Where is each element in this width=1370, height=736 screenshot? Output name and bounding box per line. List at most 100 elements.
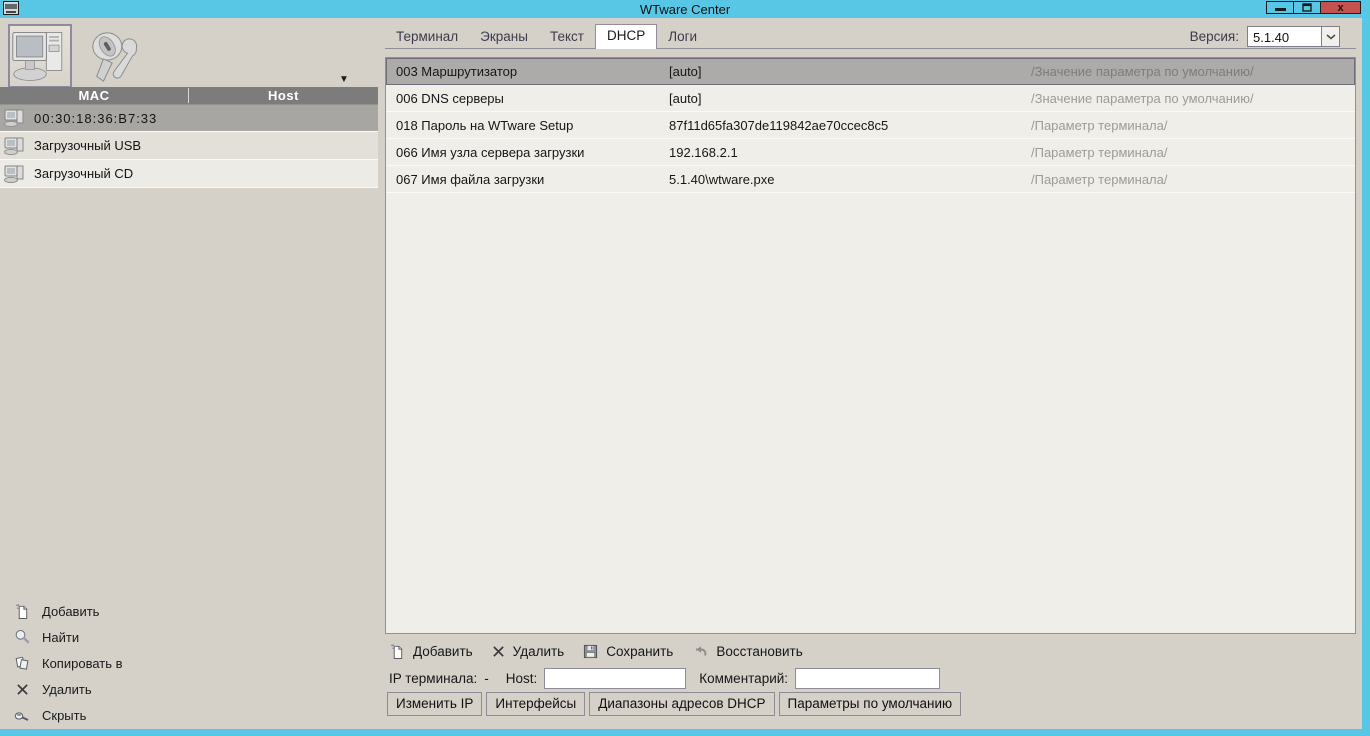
new-document-icon <box>390 643 405 659</box>
terminals-sidebar: ▼ MAC Host 00:30:18:36:B7:33 <box>0 18 378 729</box>
option-name: 003 Маршрутизатор <box>396 64 517 79</box>
toolbar-label: Удалить <box>513 644 565 659</box>
new-document-icon <box>10 603 34 619</box>
version-value: 5.1.40 <box>1248 27 1321 46</box>
dhcp-row-066[interactable]: 066 Имя узла сервера загрузки 192.168.2.… <box>386 139 1355 166</box>
option-comment: /Значение параметра по умолчанию/ <box>1031 91 1254 106</box>
dhcp-toolbar: Добавить Удалить Сохранить <box>390 640 803 662</box>
interfaces-button[interactable]: Интерфейсы <box>486 692 585 716</box>
option-value: [auto] <box>669 91 702 106</box>
column-header-mac[interactable]: MAC <box>0 88 189 103</box>
undo-arrow-icon <box>692 643 708 659</box>
column-header-host[interactable]: Host <box>189 88 378 103</box>
menu-item-find-terminal[interactable]: Найти <box>10 624 123 650</box>
settings-tools-button[interactable] <box>80 28 152 88</box>
terminal-label: Загрузочный CD <box>34 166 133 181</box>
barcode-logo-icon <box>3 1 20 16</box>
host-input[interactable] <box>544 668 686 689</box>
menu-item-add-terminal[interactable]: Добавить <box>10 598 123 624</box>
menu-item-hide-terminal[interactable]: Скрыть <box>10 702 123 728</box>
menu-item-label: Найти <box>42 630 79 645</box>
terminal-list: 00:30:18:36:B7:33 Загрузочный USB <box>0 104 378 188</box>
terminals-view-button[interactable] <box>8 24 72 88</box>
host-label: Host: <box>506 671 538 686</box>
computer-icon <box>11 29 69 83</box>
toolbar-add-button[interactable]: Добавить <box>390 643 473 659</box>
ip-terminal-value: - <box>484 671 489 686</box>
menu-item-label: Скрыть <box>42 708 86 723</box>
tab-screens[interactable]: Экраны <box>469 26 539 48</box>
tools-icon <box>85 30 147 86</box>
option-value: 192.168.2.1 <box>669 145 738 160</box>
option-name: 067 Имя файла загрузки <box>396 172 544 187</box>
version-select[interactable]: 5.1.40 <box>1247 26 1340 47</box>
delete-x-icon <box>492 645 505 658</box>
option-value: [auto] <box>669 64 702 79</box>
minimize-icon <box>1275 8 1286 11</box>
menu-item-delete-terminal[interactable]: Удалить <box>10 676 123 702</box>
computer-icon <box>4 137 26 155</box>
computer-icon <box>4 165 26 183</box>
menu-item-copy-to[interactable]: Копировать в <box>10 650 123 676</box>
option-value: 5.1.40\wtware.pxe <box>669 172 775 187</box>
wtware-center-window: WTware Center x <box>0 0 1370 736</box>
tab-dhcp[interactable]: DHCP <box>595 24 657 49</box>
tab-text[interactable]: Текст <box>539 26 595 48</box>
toolbar-save-button[interactable]: Сохранить <box>583 644 673 659</box>
terminal-label: Загрузочный USB <box>34 138 141 153</box>
tab-terminal[interactable]: Терминал <box>385 26 469 48</box>
option-comment: /Параметр терминала/ <box>1031 172 1167 187</box>
option-name: 066 Имя узла сервера загрузки <box>396 145 584 160</box>
dhcp-action-buttons: Изменить IP Интерфейсы Диапазоны адресов… <box>387 692 961 716</box>
option-name: 006 DNS серверы <box>396 91 504 106</box>
menu-item-label: Копировать в <box>42 656 123 671</box>
menu-item-label: Добавить <box>42 604 99 619</box>
menu-item-label: Удалить <box>42 682 92 697</box>
version-area: Версия: 5.1.40 <box>1190 26 1340 47</box>
app-icon[interactable] <box>3 1 20 19</box>
terminal-ip-row: IP терминала: - Host: Комментарий: <box>389 666 940 690</box>
window-resize-border-bottom[interactable] <box>0 729 1370 736</box>
toolbar-label: Добавить <box>413 644 473 659</box>
dhcp-row-018[interactable]: 018 Пароль на WTware Setup 87f11d65fa307… <box>386 112 1355 139</box>
version-label: Версия: <box>1190 29 1239 44</box>
comment-label: Комментарий: <box>699 671 788 686</box>
chevron-down-icon[interactable]: ▼ <box>339 74 349 85</box>
close-icon: x <box>1337 3 1343 13</box>
toolbar-label: Восстановить <box>716 644 802 659</box>
copy-icon <box>10 656 34 671</box>
window-resize-border-right[interactable] <box>1362 18 1370 736</box>
toolbar-restore-button[interactable]: Восстановить <box>692 643 802 659</box>
minimize-button[interactable] <box>1266 1 1294 14</box>
main-panel: Терминал Экраны Текст DHCP Логи Версия: … <box>385 18 1356 729</box>
dhcp-address-ranges-button[interactable]: Диапазоны адресов DHCP <box>589 692 774 716</box>
terminal-row-cd[interactable]: Загрузочный CD <box>0 160 378 188</box>
dhcp-row-003[interactable]: 003 Маршрутизатор [auto] /Значение парам… <box>386 58 1355 85</box>
client-area: ▼ MAC Host 00:30:18:36:B7:33 <box>0 18 1362 729</box>
option-comment: /Значение параметра по умолчанию/ <box>1031 64 1254 79</box>
search-icon <box>10 629 34 645</box>
window-controls: x <box>1267 1 1361 14</box>
change-ip-button[interactable]: Изменить IP <box>387 692 482 716</box>
toolbar-delete-button[interactable]: Удалить <box>492 644 565 659</box>
save-floppy-icon <box>583 644 598 659</box>
terminal-row-usb[interactable]: Загрузочный USB <box>0 132 378 160</box>
sidebar-menu: Добавить Найти <box>10 598 123 728</box>
hide-icon <box>10 707 34 723</box>
comment-input[interactable] <box>795 668 940 689</box>
computer-icon <box>4 109 26 127</box>
terminal-row-mac[interactable]: 00:30:18:36:B7:33 <box>0 104 378 132</box>
ip-terminal-label: IP терминала: <box>389 671 477 686</box>
maximize-button[interactable] <box>1293 1 1321 14</box>
option-comment: /Параметр терминала/ <box>1031 145 1167 160</box>
default-parameters-button[interactable]: Параметры по умолчанию <box>779 692 962 716</box>
dhcp-options-list: 003 Маршрутизатор [auto] /Значение парам… <box>385 57 1356 634</box>
tab-logs[interactable]: Логи <box>657 26 708 48</box>
dhcp-row-067[interactable]: 067 Имя файла загрузки 5.1.40\wtware.pxe… <box>386 166 1355 193</box>
chevron-down-icon[interactable] <box>1321 27 1339 46</box>
close-button[interactable]: x <box>1320 1 1361 14</box>
dhcp-row-006[interactable]: 006 DNS серверы [auto] /Значение парамет… <box>386 85 1355 112</box>
option-name: 018 Пароль на WTware Setup <box>396 118 573 133</box>
terminal-list-header: MAC Host <box>0 87 378 104</box>
option-value: 87f11d65fa307de119842ae70ccec8c5 <box>669 118 888 133</box>
